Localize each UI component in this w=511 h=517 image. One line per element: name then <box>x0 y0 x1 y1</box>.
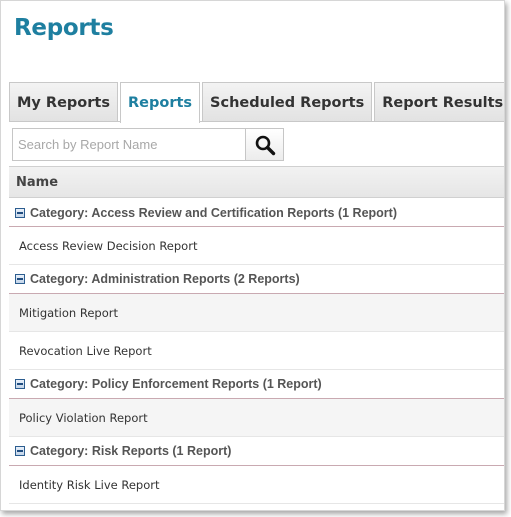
tab-report-results[interactable]: Report Results <box>374 82 504 122</box>
reports-window: Reports My Reports Reports Scheduled Rep… <box>0 0 505 511</box>
search-icon <box>255 135 275 155</box>
tab-reports[interactable]: Reports <box>119 82 201 123</box>
report-row[interactable]: Policy Violation Report <box>9 399 504 437</box>
tab-bar: My Reports Reports Scheduled Reports Rep… <box>9 82 504 123</box>
page-title: Reports <box>14 15 114 41</box>
report-row[interactable]: Revocation Live Report <box>9 332 504 370</box>
reports-grid: Name Category: Access Review and Certifi… <box>9 166 504 504</box>
collapse-icon[interactable] <box>15 379 25 389</box>
name-column-header[interactable]: Name <box>9 166 504 198</box>
category-label: Category: Access Review and Certificatio… <box>30 205 397 220</box>
category-row[interactable]: Category: Administration Reports (2 Repo… <box>9 265 504 294</box>
collapse-icon[interactable] <box>15 274 25 284</box>
report-row[interactable]: Identity Risk Live Report <box>9 466 504 504</box>
report-row[interactable]: Mitigation Report <box>9 294 504 332</box>
tab-my-reports[interactable]: My Reports <box>9 82 118 122</box>
category-row[interactable]: Category: Access Review and Certificatio… <box>9 198 504 227</box>
search-button[interactable] <box>245 128 284 161</box>
category-row[interactable]: Category: Risk Reports (1 Report) <box>9 437 504 466</box>
category-label: Category: Administration Reports (2 Repo… <box>30 272 300 286</box>
tab-divider <box>9 121 504 122</box>
category-row[interactable]: Category: Policy Enforcement Reports (1 … <box>9 370 504 399</box>
collapse-icon[interactable] <box>15 207 25 218</box>
category-label: Category: Risk Reports (1 Report) <box>30 444 232 458</box>
search-input[interactable] <box>12 128 245 161</box>
category-label: Category: Policy Enforcement Reports (1 … <box>30 377 322 391</box>
tab-scheduled-reports[interactable]: Scheduled Reports <box>202 82 373 122</box>
report-row[interactable]: Access Review Decision Report <box>9 227 504 265</box>
search-bar <box>12 128 284 161</box>
collapse-icon[interactable] <box>15 446 25 456</box>
